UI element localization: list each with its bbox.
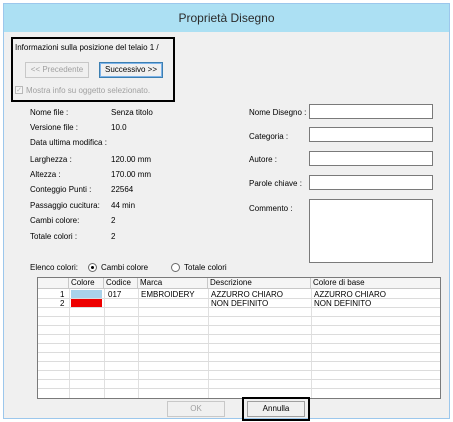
cancel-button-highlight: Annulla xyxy=(242,397,310,421)
category-label: Categoria : xyxy=(249,132,289,141)
table-header-code[interactable]: Codice xyxy=(104,278,138,289)
table-row-1-base-color: AZZURRO CHIARO xyxy=(314,290,386,299)
table-header-base-color[interactable]: Colore di base xyxy=(311,278,440,289)
prop-label-total-colors: Totale colori : xyxy=(30,232,78,241)
prop-label-file-version: Versione file : xyxy=(30,123,79,132)
frame-nav-group: Informazioni sulla posizione del telaio … xyxy=(11,37,175,102)
next-button[interactable]: Successivo >> xyxy=(99,62,163,78)
table-row-1-swatch xyxy=(71,290,102,298)
prop-label-stitch-count: Conteggio Punti : xyxy=(30,185,92,194)
prop-label-file-name: Nome file : xyxy=(30,108,69,117)
table-row-1-description: AZZURRO CHIARO xyxy=(211,290,283,299)
prop-value-height: 170.00 mm xyxy=(111,170,152,179)
design-name-field[interactable] xyxy=(309,104,433,119)
table-row-1-code: 017 xyxy=(108,290,122,299)
author-field[interactable] xyxy=(309,151,433,166)
table-row-1-brand: EMBROIDERY xyxy=(141,290,195,299)
prop-label-sewing-time: Passaggio cucitura: xyxy=(30,201,100,210)
table-row-2-swatch xyxy=(71,299,102,307)
comment-textarea[interactable] xyxy=(309,199,433,263)
frame-info-label: Informazioni sulla posizione del telaio … xyxy=(15,43,159,52)
properties-dialog: Proprietà Disegno Informazioni sulla pos… xyxy=(3,3,450,421)
table-row-2-description: NON DEFINITO xyxy=(211,299,269,308)
category-field[interactable] xyxy=(309,127,433,142)
prop-label-last-modified: Data ultima modifica : xyxy=(30,138,107,147)
table-header-description[interactable]: Descrizione xyxy=(208,278,311,289)
total-colors-radio[interactable] xyxy=(171,263,180,272)
keywords-field[interactable] xyxy=(309,175,433,190)
prop-value-sewing-time: 44 min xyxy=(111,201,136,210)
color-table: Colore Codice Marca Descrizione Colore d… xyxy=(37,277,441,399)
ok-button[interactable]: OK xyxy=(167,401,225,417)
prop-value-file-name: Senza titolo xyxy=(111,108,153,117)
show-info-checkbox[interactable]: ✓ xyxy=(15,86,23,94)
prop-label-width: Larghezza : xyxy=(30,155,72,164)
table-row-2-number: 2 xyxy=(60,299,65,308)
prop-value-file-version: 10.0 xyxy=(111,123,127,132)
table-header-index xyxy=(38,278,69,289)
table-row-1-number: 1 xyxy=(60,290,65,299)
comment-label: Commento : xyxy=(249,204,293,213)
table-header-brand[interactable]: Marca xyxy=(138,278,208,289)
prop-label-height: Altezza : xyxy=(30,170,61,179)
prop-label-color-changes: Cambi colore: xyxy=(30,216,80,225)
author-label: Autore : xyxy=(249,155,278,164)
keywords-label: Parole chiave : xyxy=(249,179,302,188)
cancel-button[interactable]: Annulla xyxy=(247,401,305,417)
design-name-label: Nome Disegno : xyxy=(249,108,307,117)
title-bar: Proprietà Disegno xyxy=(4,4,449,32)
prop-value-stitch-count: 22564 xyxy=(111,185,134,194)
table-row-2-base-color: NON DEFINITO xyxy=(314,299,372,308)
total-colors-option-label: Totale colori xyxy=(184,263,227,272)
show-info-label: Mostra info su oggetto selezionato. xyxy=(26,86,151,95)
table-header-color[interactable]: Colore xyxy=(69,278,104,289)
prop-value-color-changes: 2 xyxy=(111,216,116,225)
previous-button[interactable]: << Precedente xyxy=(25,62,89,78)
color-list-label: Elenco colori: xyxy=(30,263,79,272)
color-changes-option-label: Cambi colore xyxy=(101,263,149,272)
prop-value-total-colors: 2 xyxy=(111,232,116,241)
prop-value-width: 120.00 mm xyxy=(111,155,152,164)
color-changes-radio[interactable] xyxy=(88,263,97,272)
window-title: Proprietà Disegno xyxy=(178,11,275,25)
